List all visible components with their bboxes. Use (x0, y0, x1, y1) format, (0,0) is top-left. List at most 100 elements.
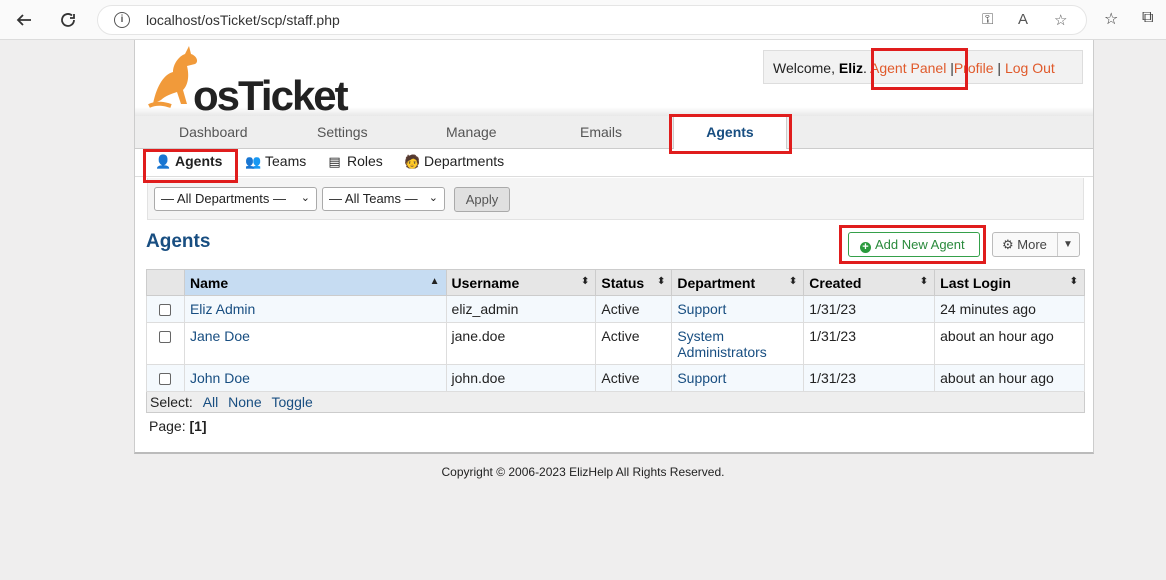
column-header-department[interactable]: Department ⬍ (671, 269, 805, 296)
subnav-agents-label: Agents (175, 153, 223, 169)
row-checkbox[interactable] (159, 373, 172, 385)
apply-button[interactable]: Apply (454, 187, 510, 212)
add-new-agent-button[interactable]: + Add New Agent (848, 232, 980, 257)
created-cell: 1/31/23 (803, 322, 936, 365)
pager-current[interactable]: [1] (189, 418, 206, 434)
gear-icon: ⚙ (1002, 237, 1014, 252)
profile-link[interactable]: Profile (954, 60, 994, 76)
chevron-down-icon: ⌄ (300, 192, 310, 204)
table-row: Eliz Admin eliz_admin Active Support 1/3… (146, 295, 1085, 323)
department-link[interactable]: System Administrators (677, 328, 777, 360)
agent-name-link[interactable]: Jane Doe (190, 328, 250, 344)
agent-name-link[interactable]: John Doe (190, 370, 250, 386)
sort-icon: ⬍ (919, 276, 929, 287)
tab-settings[interactable]: Settings (317, 124, 368, 140)
select-all-link[interactable]: All (203, 394, 219, 410)
row-checkbox[interactable] (159, 331, 172, 343)
sort-icon: ⬍ (788, 276, 798, 287)
subnav-agents[interactable]: 👤 Agents (155, 153, 222, 169)
column-header-status[interactable]: Status ⬍ (595, 269, 673, 296)
username-cell: jane.doe (445, 322, 597, 365)
table-row: Jane Doe jane.doe Active System Administ… (146, 322, 1085, 365)
main-nav: Dashboard Settings Manage Emails Agents (135, 116, 1093, 149)
column-header-created[interactable]: Created ⬍ (803, 269, 936, 296)
department-filter-select[interactable]: — All Departments — ⌄ (154, 187, 317, 211)
favorites-icon[interactable]: ☆ (1104, 9, 1118, 29)
key-icon[interactable]: ⚿ (982, 11, 993, 28)
subnav-roles[interactable]: ▤ Roles (327, 153, 382, 169)
department-filter-value: — All Departments — (161, 191, 286, 206)
pager: Page: [1] (149, 418, 207, 434)
status-cell: Active (595, 322, 673, 365)
sub-nav: 👤 Agents 👥 Teams ▤ Roles 🧑 Departments (135, 149, 1093, 177)
tab-emails[interactable]: Emails (580, 124, 622, 140)
subnav-teams-label: Teams (265, 153, 307, 169)
user-panel: Welcome, Eliz. Agent Panel |Profile | Lo… (763, 50, 1083, 84)
tab-dashboard[interactable]: Dashboard (179, 124, 248, 140)
header: osTicket Welcome, Eliz. Agent Panel |Pro… (135, 40, 1093, 119)
roles-icon: ▤ (328, 153, 341, 169)
department-link[interactable]: Support (677, 370, 726, 386)
collections-icon[interactable]: ⧉ (1142, 9, 1153, 27)
subnav-departments[interactable]: 🧑 Departments (404, 153, 504, 169)
team-filter-value: — All Teams — (329, 191, 418, 206)
row-select-cell (146, 295, 185, 323)
agents-table: Name ▲ Username ⬍ Status ⬍ Department ⬍ Crea… (146, 269, 1085, 413)
read-aloud-icon[interactable]: A (1018, 11, 1028, 28)
status-cell: Active (595, 364, 673, 392)
username-cell: eliz_admin (445, 295, 597, 323)
page-container: osTicket Welcome, Eliz. Agent Panel |Pro… (134, 40, 1094, 454)
add-favorite-icon[interactable]: ☆ (1054, 11, 1067, 29)
logo-text: osTicket (193, 72, 349, 119)
teams-icon: 👥 (245, 153, 262, 169)
button-divider (1057, 233, 1058, 256)
footer: Copyright © 2006-2023 ElizHelp All Right… (0, 465, 1166, 479)
agent-name-link[interactable]: Eliz Admin (190, 301, 255, 317)
team-filter-select[interactable]: — All Teams — ⌄ (322, 187, 445, 211)
status-cell: Active (595, 295, 673, 323)
column-header-name[interactable]: Name ▲ (183, 269, 447, 296)
separator: | (997, 60, 1002, 76)
select-column-header (146, 269, 185, 296)
page-title: Agents (146, 231, 211, 252)
tab-manage[interactable]: Manage (446, 124, 497, 140)
column-header-last-login[interactable]: Last Login ⬍ (934, 269, 1085, 296)
copyright: Copyright © 2006-2023 ElizHelp All Right… (441, 465, 725, 479)
agent-panel-link[interactable]: Agent Panel (870, 60, 946, 76)
caret-down-icon[interactable]: ▼ (1063, 233, 1073, 256)
table-row: John Doe john.doe Active Support 1/31/23… (146, 364, 1085, 392)
sort-icon: ⬍ (656, 276, 666, 287)
department-link[interactable]: Support (677, 301, 726, 317)
last-login-cell: about an hour ago (934, 322, 1085, 365)
subnav-teams[interactable]: 👥 Teams (245, 153, 306, 169)
welcome-prefix: Welcome, (773, 60, 839, 76)
address-url: localhost/osTicket/scp/staff.php (146, 12, 340, 28)
created-cell: 1/31/23 (803, 295, 936, 323)
site-info-icon[interactable]: i (114, 12, 130, 28)
more-label: More (1017, 237, 1047, 252)
select-toggle-link[interactable]: Toggle (272, 394, 313, 410)
address-bar[interactable]: i localhost/osTicket/scp/staff.php ⚿ A ☆ (97, 5, 1087, 35)
select-label: Select: (150, 394, 193, 410)
plus-circle-icon: + (860, 242, 871, 253)
back-arrow-icon[interactable] (12, 8, 36, 32)
more-button[interactable]: ⚙ More ▼ (992, 232, 1080, 257)
refresh-icon[interactable] (56, 8, 80, 32)
row-select-cell (146, 322, 185, 365)
select-none-link[interactable]: None (228, 394, 261, 410)
logout-link[interactable]: Log Out (1005, 60, 1055, 76)
subnav-departments-label: Departments (424, 153, 505, 169)
select-row: Select: All None Toggle (146, 391, 1085, 413)
username-cell: john.doe (445, 364, 597, 392)
browser-toolbar: i localhost/osTicket/scp/staff.php ⚿ A ☆… (0, 0, 1166, 40)
sort-icon: ⬍ (1069, 276, 1078, 287)
pager-label: Page: (149, 418, 186, 434)
row-select-cell (146, 364, 185, 392)
column-header-username[interactable]: Username ⬍ (445, 269, 597, 296)
tab-agents[interactable]: Agents (673, 116, 787, 149)
row-checkbox[interactable] (159, 304, 172, 316)
ostickets-logo[interactable]: osTicket (143, 44, 349, 119)
created-cell: 1/31/23 (803, 364, 936, 392)
sort-icon: ⬍ (580, 276, 590, 287)
user-name: Eliz (838, 60, 863, 76)
